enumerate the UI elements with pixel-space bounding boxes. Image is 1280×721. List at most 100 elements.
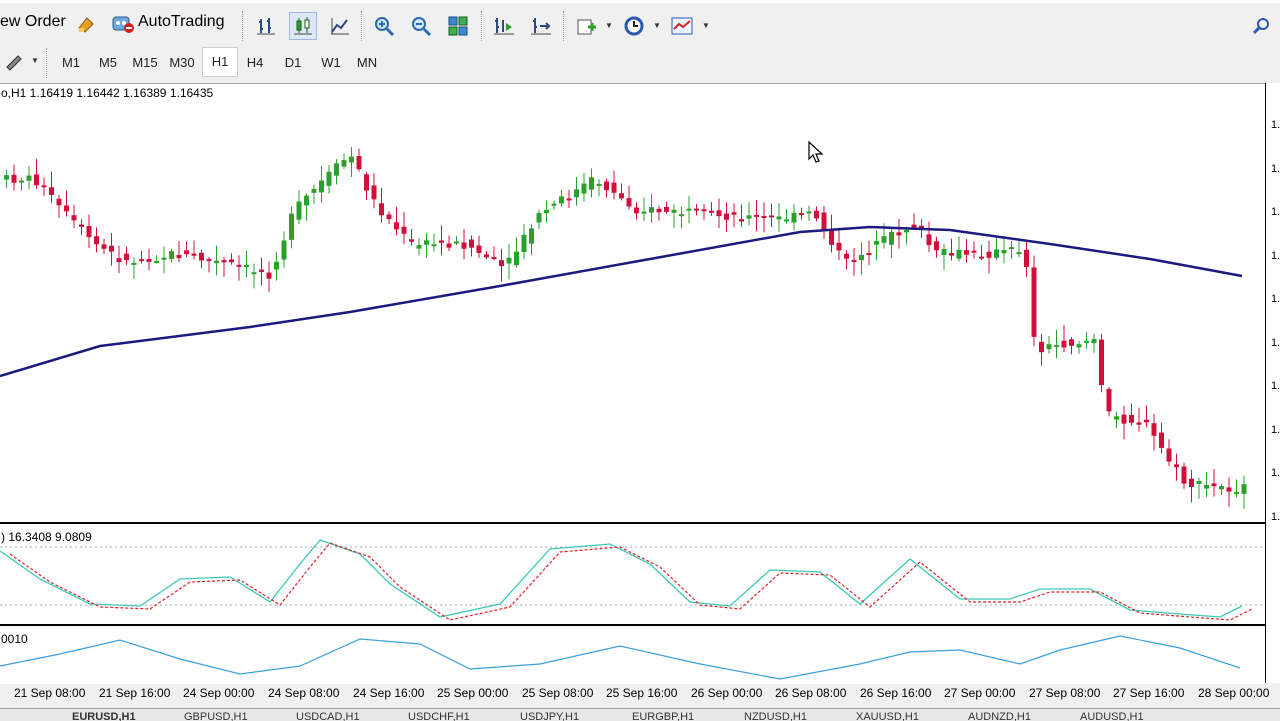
candle-body [1009, 247, 1014, 250]
candle-body [1076, 344, 1082, 348]
tile-windows-icon[interactable] [444, 12, 472, 40]
candle-body [221, 259, 227, 263]
time-axis-label: 24 Sep 08:00 [268, 686, 340, 700]
candle-body [476, 245, 482, 253]
candle-body [19, 180, 24, 183]
timeframe-m5-button[interactable]: M5 [93, 54, 123, 72]
price-axis-tick: 1. [1271, 119, 1280, 131]
new-order-label: ew Order [0, 13, 66, 30]
timeframe-d1-button[interactable]: D1 [278, 54, 308, 72]
candle-body [724, 213, 729, 220]
candle-body [581, 183, 587, 194]
candle-body [806, 211, 812, 214]
candle-body [934, 241, 939, 251]
candle-body [814, 210, 819, 219]
timeframe-w1-button[interactable]: W1 [316, 54, 346, 72]
price-axis-tick: 1. [1271, 293, 1280, 305]
timeframe-m1-button[interactable]: M1 [56, 54, 86, 72]
price-axis: 1. 1. 1. 1. 1. 1. 1. 1. 1. 1. [1265, 83, 1280, 683]
candle-body [319, 180, 324, 193]
candle-body [1136, 422, 1142, 425]
candle-body [596, 183, 602, 186]
candle-body [229, 259, 234, 263]
candle-body [109, 245, 114, 252]
candle-body [491, 257, 497, 260]
templates-icon[interactable] [668, 12, 696, 40]
chevron-down-icon[interactable]: ▼ [653, 21, 661, 30]
timeframe-m15-button[interactable]: M15 [130, 54, 160, 72]
candle-body [739, 219, 744, 222]
candle-body [776, 216, 782, 220]
periods-clock-icon[interactable] [620, 12, 648, 40]
candle-body [761, 216, 767, 219]
time-axis-label: 27 Sep 00:00 [944, 686, 1016, 700]
candle-body [79, 224, 84, 227]
bar-chart-icon[interactable] [252, 12, 280, 40]
candle-body [949, 253, 954, 256]
search-icon[interactable] [1248, 12, 1276, 40]
candle-body [521, 234, 527, 253]
price-axis-tick: 1. [1271, 423, 1280, 436]
candle-body [626, 198, 632, 207]
candle-body [971, 250, 977, 253]
candle-body [514, 251, 519, 266]
zoom-out-icon[interactable] [407, 12, 435, 40]
candle-body [161, 257, 167, 260]
candle-body [821, 212, 827, 230]
drawing-tools-icon[interactable] [0, 48, 28, 76]
candle-body [859, 254, 864, 261]
chevron-down-icon[interactable]: ▼ [702, 21, 710, 30]
candle-body [311, 188, 317, 193]
candle-body [1204, 484, 1209, 489]
timeframe-mn-button[interactable]: MN [352, 54, 382, 72]
candle-body [889, 232, 894, 245]
candle-body [289, 213, 294, 240]
candle-body [964, 250, 969, 255]
time-axis-label: 25 Sep 00:00 [437, 686, 509, 700]
chart-window[interactable]: o,H1 1.16419 1.16442 1.16389 1.16435 ) 1… [0, 83, 1265, 684]
candle-body [881, 236, 887, 243]
candle-body [499, 260, 504, 267]
auto-scroll-icon[interactable] [490, 12, 518, 40]
candle-body [506, 257, 512, 264]
line-chart-icon[interactable] [326, 12, 354, 40]
candle-body [664, 206, 669, 212]
candle-body [379, 203, 384, 216]
candle-body [716, 210, 722, 217]
candle-body [1046, 344, 1052, 350]
candle-body [431, 244, 437, 247]
price-axis-tick: 1. [1271, 249, 1280, 262]
price-chart[interactable] [0, 84, 1265, 684]
candle-body [184, 250, 189, 255]
candle-body [416, 245, 422, 249]
time-axis-label: 24 Sep 16:00 [353, 686, 425, 700]
candle-body [746, 215, 752, 219]
timeframe-h1-button[interactable]: H1 [202, 47, 238, 77]
chevron-down-icon[interactable]: ▼ [605, 21, 613, 30]
time-axis-label: 27 Sep 08:00 [1029, 686, 1101, 700]
candle-body [979, 256, 984, 259]
chart-shift-icon[interactable] [527, 12, 555, 40]
candle-body [454, 241, 459, 244]
candle-body [124, 253, 129, 260]
candle-body [686, 208, 692, 211]
autotrading-button[interactable]: AutoTrading [110, 11, 225, 33]
candlestick-chart-icon[interactable] [289, 12, 317, 40]
timeframe-m30-button[interactable]: M30 [167, 54, 197, 72]
candle-body [356, 156, 362, 170]
candle-body [146, 258, 152, 262]
metaeditor-icon[interactable] [72, 11, 100, 39]
candle-body [409, 239, 414, 242]
indicators-icon[interactable] [572, 12, 600, 40]
price-axis-tick: 1. [1271, 336, 1280, 349]
new-order-button[interactable]: ew Order [0, 13, 66, 31]
candle-body [619, 193, 624, 199]
price-axis-tick: 1. [1271, 380, 1280, 392]
candle-body [259, 269, 264, 273]
candle-body [709, 210, 714, 213]
candle-body [701, 209, 707, 212]
chevron-down-icon[interactable]: ▼ [31, 56, 39, 65]
zoom-in-icon[interactable] [370, 12, 398, 40]
candle-body [634, 207, 639, 214]
timeframe-h4-button[interactable]: H4 [240, 54, 270, 72]
